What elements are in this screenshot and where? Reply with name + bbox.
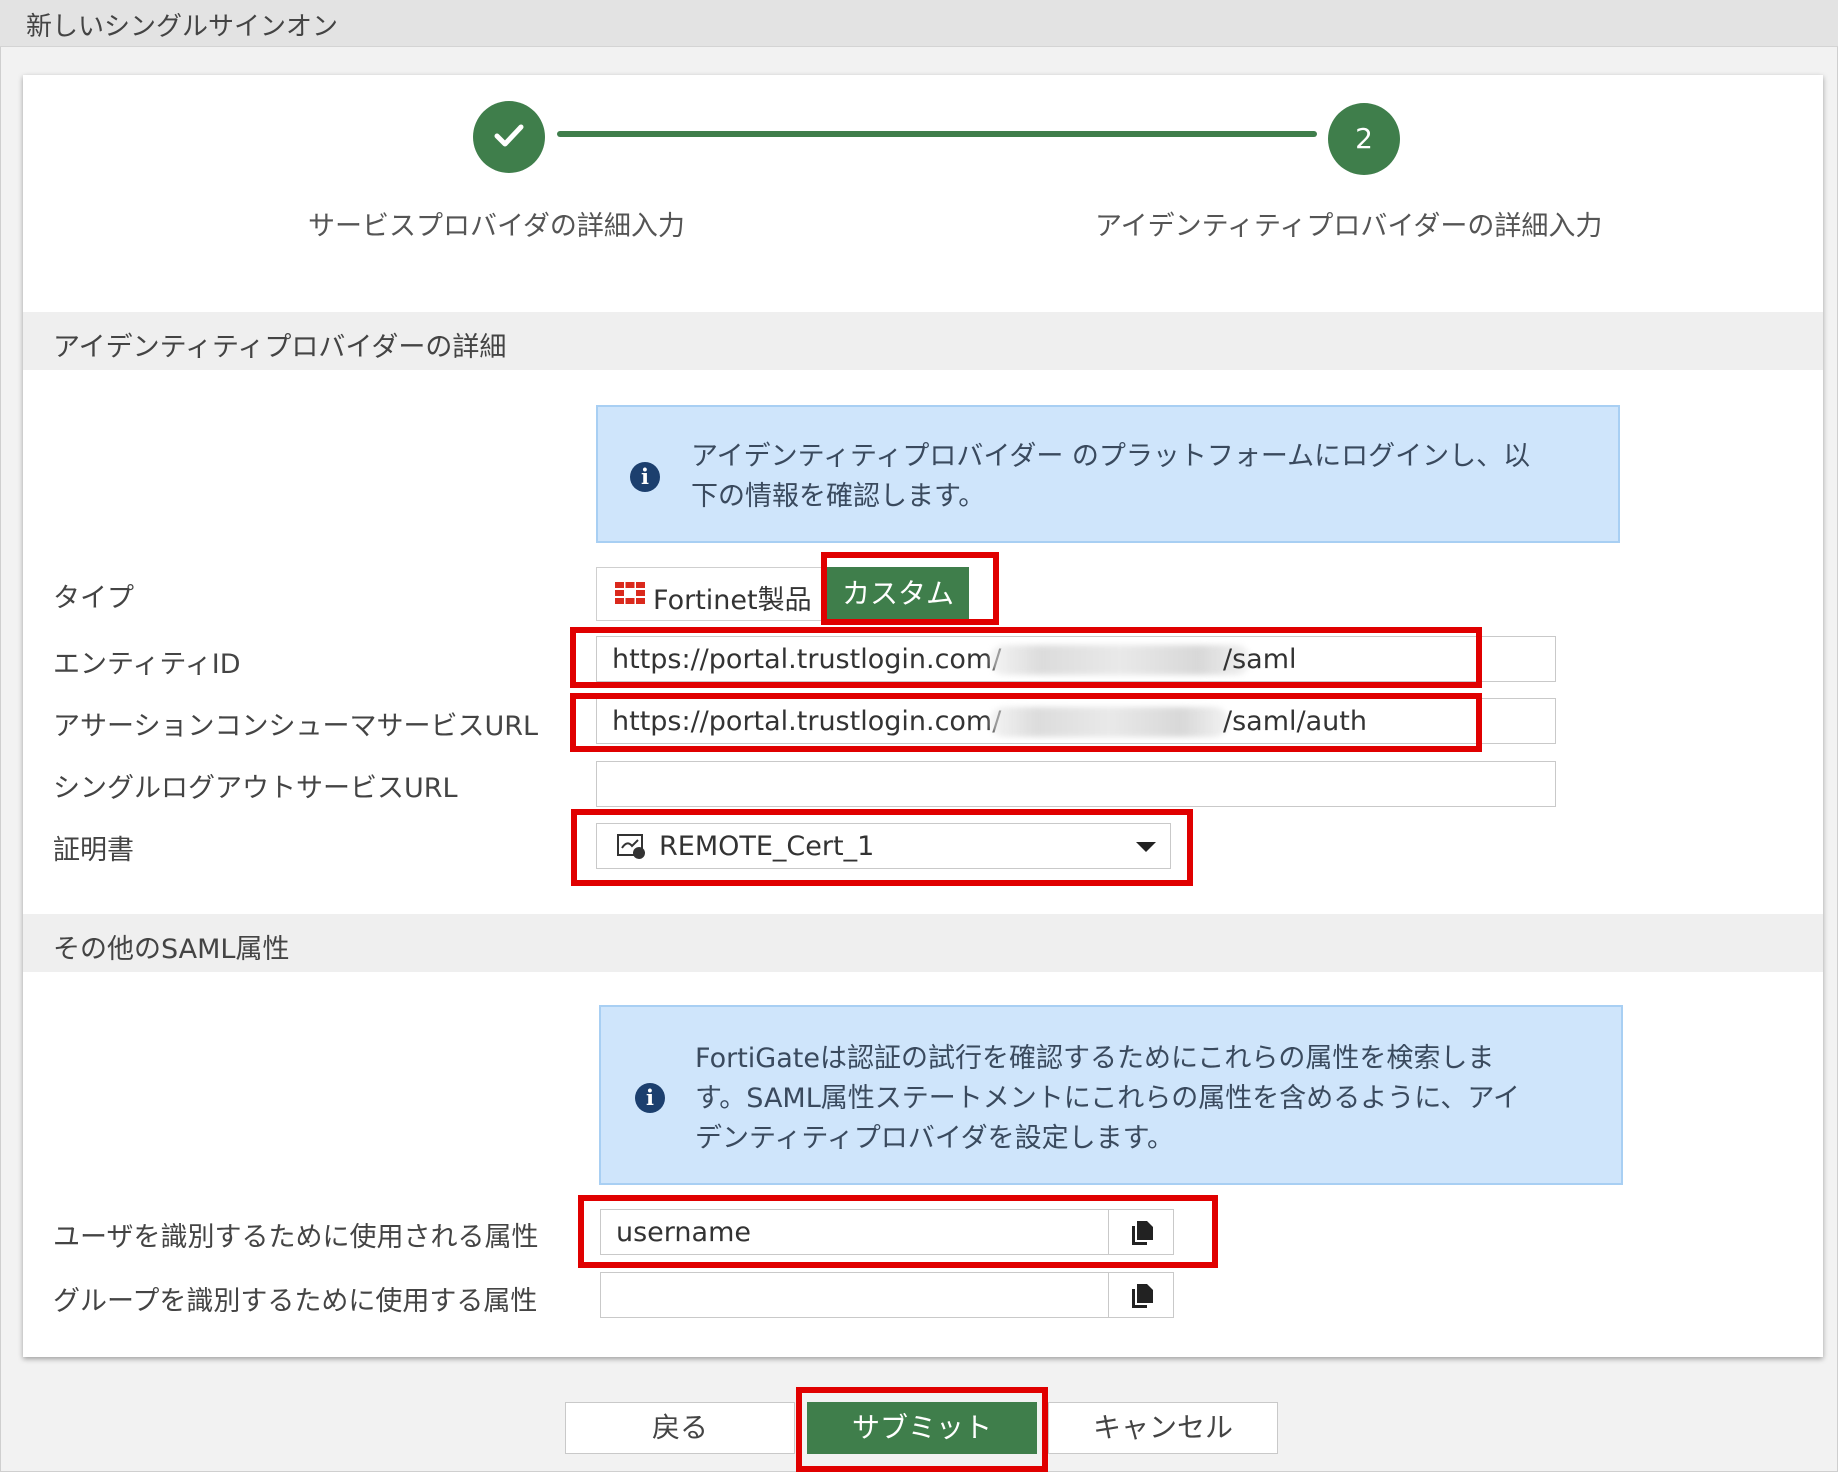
check-icon bbox=[494, 124, 524, 147]
highlight-user-attr bbox=[578, 1195, 1218, 1268]
highlight-custom bbox=[821, 552, 999, 625]
fortinet-logo-icon bbox=[615, 582, 645, 604]
slo-url-input[interactable] bbox=[596, 761, 1556, 807]
idp-section-header: アイデンティティプロバイダーの詳細 bbox=[23, 312, 1823, 370]
idp-section-title: アイデンティティプロバイダーの詳細 bbox=[53, 332, 507, 363]
type-option-fortinet-label: Fortinet製品 bbox=[653, 585, 812, 616]
type-option-fortinet[interactable]: Fortinet製品 bbox=[596, 567, 825, 621]
highlight-acs-url bbox=[570, 693, 1482, 752]
saml-section-header: その他のSAML属性 bbox=[23, 914, 1823, 972]
step-1-done-circle bbox=[473, 101, 545, 173]
title-bar: 新しいシングルサインオン bbox=[0, 0, 1838, 47]
copy-icon bbox=[1132, 1284, 1153, 1308]
idp-info-box: i アイデンティティプロバイダー のプラットフォームにログインし、以 下の情報を… bbox=[596, 405, 1620, 543]
saml-info-box: i FortiGateは認証の試行を確認するためにこれらの属性を検索しま す。S… bbox=[599, 1005, 1623, 1185]
info-icon: i bbox=[630, 462, 660, 492]
saml-info-text: FortiGateは認証の試行を確認するためにこれらの属性を検索しま す。SAM… bbox=[695, 1043, 1521, 1154]
slo-url-label: シングルログアウトサービスURL bbox=[53, 773, 458, 804]
back-button[interactable]: 戻る bbox=[565, 1402, 795, 1454]
highlight-submit bbox=[796, 1387, 1048, 1472]
info-icon: i bbox=[635, 1083, 665, 1113]
highlight-entity-id bbox=[570, 627, 1482, 688]
type-label: タイプ bbox=[53, 583, 134, 614]
acs-url-label: アサーションコンシューマサービスURL bbox=[53, 711, 539, 742]
entity-id-label: エンティティID bbox=[53, 649, 241, 680]
certificate-label: 証明書 bbox=[53, 835, 134, 866]
stepper-line bbox=[557, 131, 1317, 137]
copy-group-attr-button[interactable] bbox=[1108, 1272, 1174, 1318]
group-attr-input[interactable] bbox=[600, 1272, 1111, 1318]
idp-info-text: アイデンティティプロバイダー のプラットフォームにログインし、以 下の情報を確認… bbox=[691, 441, 1531, 512]
window-title: 新しいシングルサインオン bbox=[26, 12, 339, 42]
user-attr-label: ユーザを識別するために使用される属性 bbox=[53, 1222, 539, 1253]
group-attr-label: グループを識別するために使用する属性 bbox=[53, 1286, 538, 1317]
step-2-label: アイデンティティプロバイダーの詳細入力 bbox=[1095, 211, 1603, 242]
cancel-button[interactable]: キャンセル bbox=[1048, 1402, 1278, 1454]
step-2-circle: 2 bbox=[1328, 103, 1400, 175]
saml-section-title: その他のSAML属性 bbox=[53, 934, 290, 965]
step-2-number: 2 bbox=[1355, 122, 1373, 155]
step-1-label: サービスプロバイダの詳細入力 bbox=[308, 211, 685, 242]
highlight-certificate bbox=[571, 809, 1193, 886]
